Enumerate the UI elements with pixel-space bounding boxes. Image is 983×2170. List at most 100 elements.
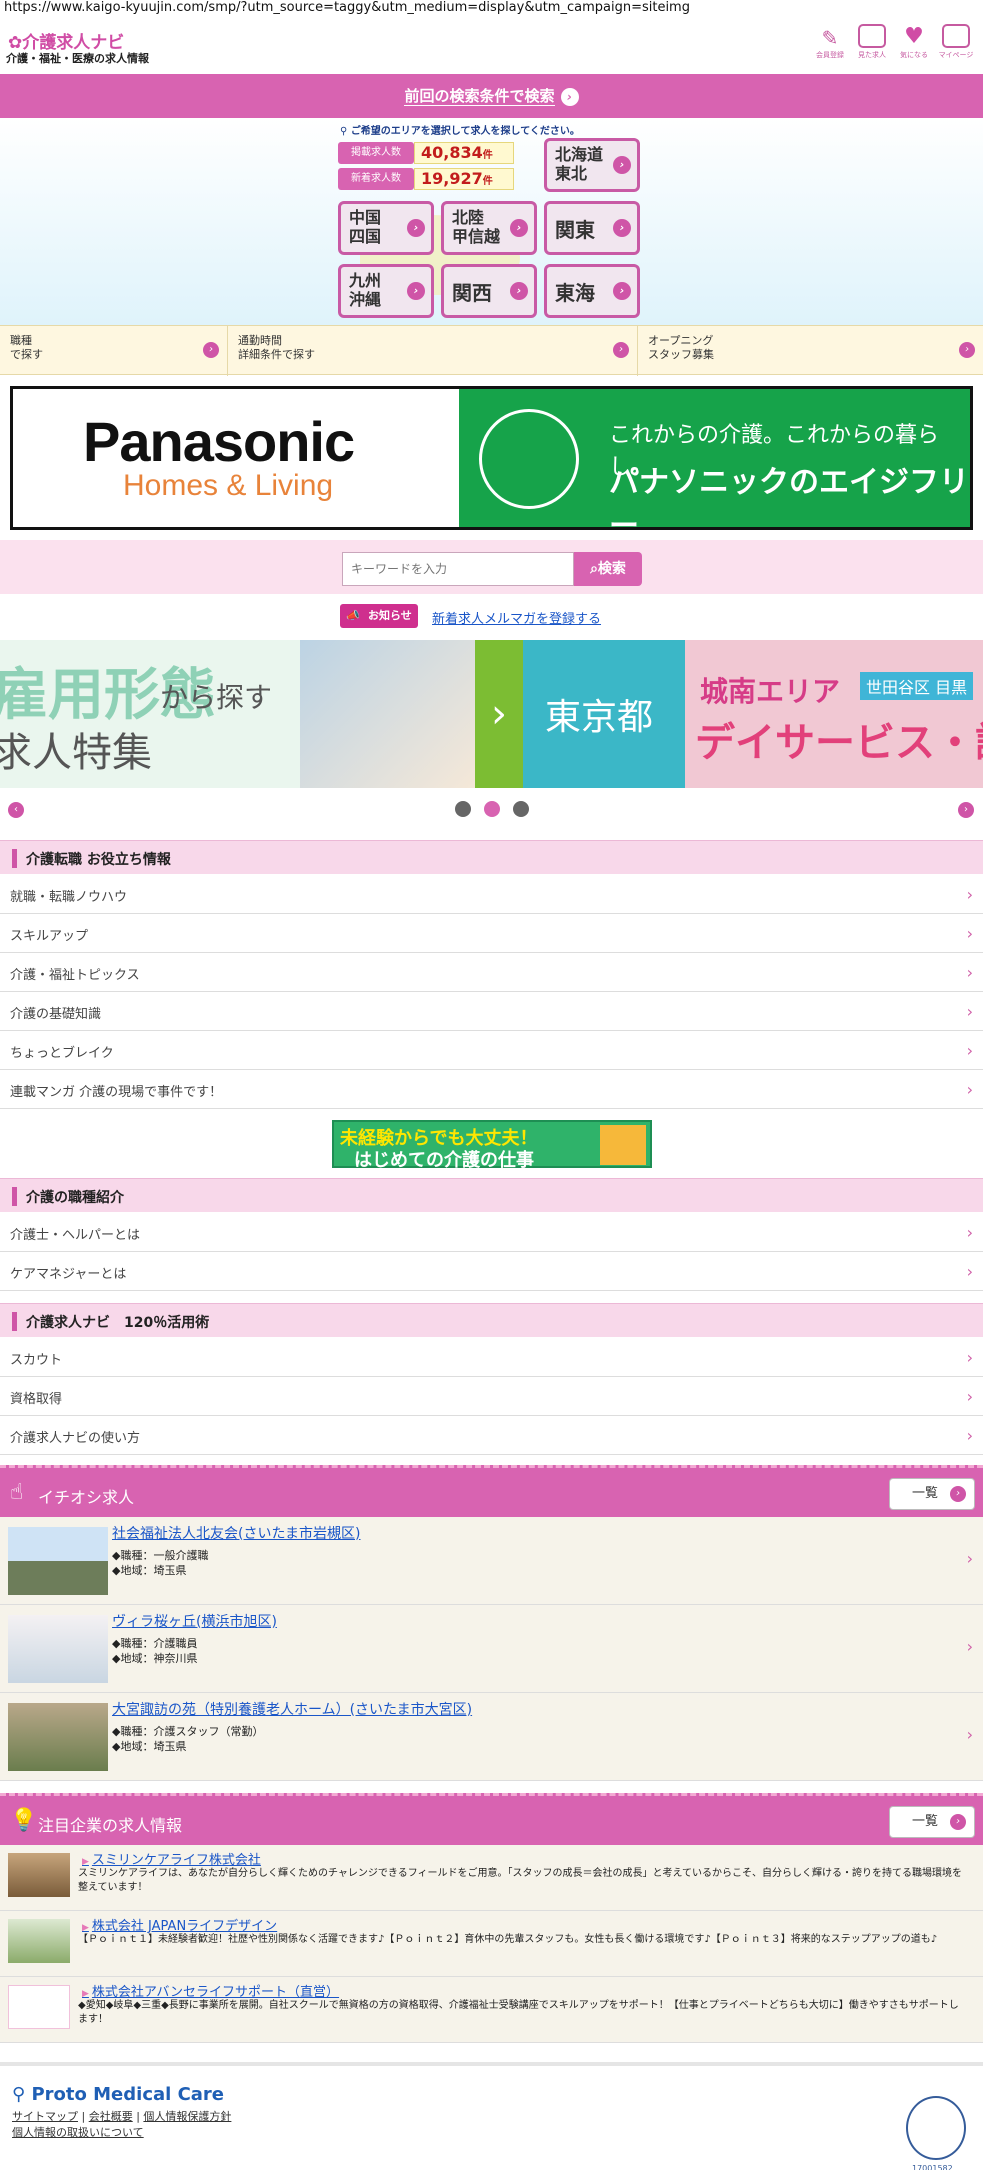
list-item[interactable]: 資格取得 › bbox=[0, 1377, 983, 1416]
header-favorite-button[interactable]: ♥ 気になる bbox=[894, 24, 934, 68]
company-name-link[interactable]: 株式会社アバンセライフサポート（直営） bbox=[82, 1981, 339, 2000]
list-item[interactable]: 介護求人ナビの使い方 › bbox=[0, 1416, 983, 1455]
header-viewed-button[interactable]: 見た求人 bbox=[852, 24, 892, 68]
company-photo bbox=[8, 1853, 70, 1897]
browser-url: https://www.kaigo-kyuujin.com/smp/?utm_s… bbox=[4, 0, 690, 15]
arrow-right-icon: › bbox=[560, 87, 579, 106]
panasonic-ad-banner[interactable]: Panasonic Homes & Living これからの介護。これからの暮ら… bbox=[10, 386, 973, 544]
section-heading: 介護転職 お役立ち情報 bbox=[0, 840, 983, 874]
ad-copy-2: パナソニックのエイジフリー bbox=[609, 465, 969, 544]
featured-companies-header: 💡 注目企業の求人情報 一覧 › bbox=[0, 1793, 983, 1845]
company-info-link[interactable]: 会社概要 bbox=[89, 2110, 133, 2123]
company-item[interactable]: 株式会社アバンセライフサポート（直営） ◆愛知◆岐阜◆三重◆長野に事業所を展開。… bbox=[0, 1977, 983, 2043]
chevron-right-icon: › bbox=[966, 885, 973, 904]
company-logo bbox=[8, 1985, 70, 2029]
carousel-dot[interactable] bbox=[484, 801, 500, 817]
region-chugoku-shikoku[interactable]: 中国 四国 › bbox=[338, 201, 434, 255]
previous-search-button[interactable]: 前回の検索条件で検索 › bbox=[0, 74, 983, 118]
footer-brand: ⚲ Proto Medical Care bbox=[12, 2084, 225, 2105]
search-by-job-type[interactable]: 職種 で探す › bbox=[0, 326, 228, 376]
arrow-right-icon: › bbox=[510, 282, 528, 300]
new-jobs-count: 新着求人数 19,927件 bbox=[338, 168, 514, 190]
list-item[interactable]: スキルアップ › bbox=[0, 914, 983, 953]
sitemap-link[interactable]: サイトマップ bbox=[12, 2110, 78, 2123]
list-item[interactable]: 介護・福祉トピックス › bbox=[0, 953, 983, 992]
lightbulb-icon: 💡 bbox=[10, 1808, 38, 1833]
job-title-link[interactable]: ヴィラ桜ヶ丘(横浜市旭区) bbox=[112, 1611, 277, 1631]
carousel-dots bbox=[455, 801, 535, 817]
search-icon: ⌕ bbox=[590, 561, 598, 577]
chevron-right-icon: › bbox=[966, 1426, 973, 1445]
book-icon bbox=[600, 1125, 646, 1165]
person-pin-icon: ⚲ bbox=[340, 126, 348, 137]
arrow-right-icon: › bbox=[950, 1814, 966, 1830]
region-kanto[interactable]: 関東 › bbox=[544, 201, 640, 255]
arrow-right-icon: › bbox=[510, 219, 528, 237]
arrow-right-icon: › bbox=[203, 342, 219, 358]
list-item[interactable]: ちょっとブレイク › bbox=[0, 1031, 983, 1070]
pointing-hand-icon: ☝ bbox=[10, 1480, 24, 1505]
region-hokkaido-tohoku[interactable]: 北海道 東北 › bbox=[544, 138, 640, 192]
companies-list-button[interactable]: 一覧 › bbox=[889, 1806, 975, 1838]
privacy-policy-link[interactable]: 個人情報保護方針 bbox=[143, 2110, 231, 2123]
job-item[interactable]: 社会福祉法人北友会(さいたま市岩槻区) ◆職種：一般介護職 ◆地域：埼玉県 › bbox=[0, 1517, 983, 1605]
feature-carousel[interactable]: 雇用形態 から探す 求人特集 › 東京都 城南エリア 世田谷区 目黒 デイサービス・訪 bbox=[0, 640, 983, 788]
news-row: 📣 お知らせ 新着求人メルマガを登録する bbox=[340, 604, 680, 628]
arrow-right-icon: › bbox=[613, 282, 631, 300]
staff-photo bbox=[8, 1703, 108, 1771]
region-kyushu-okinawa[interactable]: 九州 沖縄 › bbox=[338, 264, 434, 318]
company-item[interactable]: 株式会社 JAPANライフデザイン 【Ｐｏｉｎｔ１】未経験者歓迎！社歴や性別関係… bbox=[0, 1911, 983, 1977]
chevron-right-icon: › bbox=[966, 924, 973, 943]
card-icon bbox=[942, 24, 970, 48]
region-tokai[interactable]: 東海 › bbox=[544, 264, 640, 318]
staff-photo bbox=[8, 1615, 108, 1683]
carousel-dot[interactable] bbox=[455, 801, 471, 817]
region-hokuriku-koshinetsu[interactable]: 北陸 甲信越 › bbox=[441, 201, 537, 255]
carousel-slide-employment[interactable]: 雇用形態 から探す 求人特集 bbox=[0, 640, 475, 788]
personal-info-link[interactable]: 個人情報の取扱いについて bbox=[12, 2126, 144, 2139]
chevron-right-icon: › bbox=[966, 1223, 973, 1242]
panasonic-logo-text: Panasonic bbox=[83, 410, 355, 473]
carousel-next-button[interactable]: › bbox=[958, 802, 974, 818]
keyword-search-area: ⌕検索 bbox=[0, 540, 983, 594]
keyword-search-button[interactable]: ⌕検索 bbox=[574, 552, 642, 586]
carousel-prev-button[interactable]: ‹ bbox=[8, 802, 24, 818]
keyword-input[interactable] bbox=[342, 552, 574, 586]
facility-photo bbox=[8, 1527, 108, 1595]
job-item[interactable]: 大宮諏訪の苑（特別養護老人ホーム）(さいたま市大宮区) ◆職種：介護スタッフ（常… bbox=[0, 1693, 983, 1781]
beginner-banner[interactable]: 未経験からでも大丈夫！ はじめての介護の仕事 bbox=[332, 1120, 652, 1171]
pen-icon: ✎ bbox=[821, 26, 839, 50]
header-mypage-button[interactable]: マイページ bbox=[936, 24, 976, 68]
arrow-right-icon: › bbox=[959, 342, 975, 358]
search-opening-staff[interactable]: オープニング スタッフ募集 › bbox=[638, 326, 983, 376]
company-name-link[interactable]: スミリンケアライフ株式会社 bbox=[82, 1849, 261, 1868]
list-item[interactable]: 連載マンガ 介護の現場で事件です！ › bbox=[0, 1070, 983, 1109]
carousel-dot[interactable] bbox=[513, 801, 529, 817]
header-register-button[interactable]: ✎ 会員登録 bbox=[810, 24, 850, 68]
homes-living-text: Homes & Living bbox=[123, 469, 334, 502]
newsletter-register-link[interactable]: 新着求人メルマガを登録する bbox=[432, 608, 601, 627]
job-title-link[interactable]: 大宮諏訪の苑（特別養護老人ホーム）(さいたま市大宮区) bbox=[112, 1699, 472, 1719]
carousel-slide-jonan[interactable]: 城南エリア 世田谷区 目黒 デイサービス・訪 bbox=[685, 640, 983, 788]
agefree-emblem-icon bbox=[479, 409, 579, 509]
job-item[interactable]: ヴィラ桜ヶ丘(横浜市旭区) ◆職種：介護職員 ◆地域：神奈川県 › bbox=[0, 1605, 983, 1693]
list-item[interactable]: 就職・転職ノウハウ › bbox=[0, 875, 983, 914]
job-title-link[interactable]: 社会福祉法人北友会(さいたま市岩槻区) bbox=[112, 1523, 361, 1543]
arrow-right-icon: › bbox=[613, 219, 631, 237]
chevron-right-icon: › bbox=[966, 963, 973, 982]
list-item[interactable]: スカウト › bbox=[0, 1338, 983, 1377]
company-name-link[interactable]: 株式会社 JAPANライフデザイン bbox=[82, 1915, 277, 1934]
region-kansai[interactable]: 関西 › bbox=[441, 264, 537, 318]
search-by-commute[interactable]: 通勤時間 詳細条件で探す › bbox=[228, 326, 638, 376]
site-header: ✿介護求人ナビ 介護・福祉・医療の求人情報 ✎ 会員登録 見た求人 ♥ 気になる マ… bbox=[0, 18, 983, 74]
calendar-icon bbox=[858, 24, 886, 48]
list-item[interactable]: 介護士・ヘルパーとは › bbox=[0, 1213, 983, 1252]
company-item[interactable]: スミリンケアライフ株式会社 スミリンケアライフは、あなたが自分らしく輝くためのチ… bbox=[0, 1845, 983, 1911]
chevron-right-icon: › bbox=[966, 1549, 973, 1568]
chevron-right-icon: › bbox=[475, 640, 523, 788]
pickup-list-button[interactable]: 一覧 › bbox=[889, 1478, 975, 1510]
list-item[interactable]: 介護の基礎知識 › bbox=[0, 992, 983, 1031]
section-heading: 介護求人ナビ 120％活用術 bbox=[0, 1303, 983, 1337]
carousel-slide-tokyo[interactable]: › 東京都 bbox=[475, 640, 685, 788]
list-item[interactable]: ケアマネジャーとは › bbox=[0, 1252, 983, 1291]
